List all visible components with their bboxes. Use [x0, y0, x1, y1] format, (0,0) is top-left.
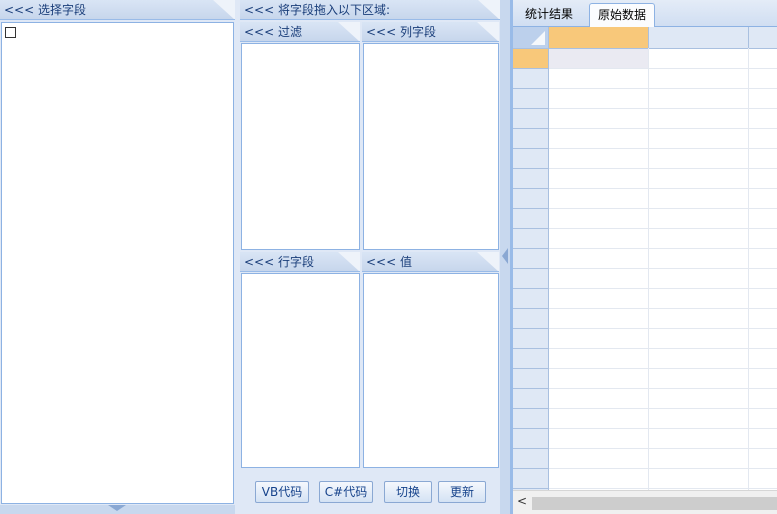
- vertical-splitter[interactable]: [500, 0, 510, 514]
- rows-title: <<< 行字段: [244, 255, 314, 269]
- columns-drop-zone[interactable]: [363, 43, 499, 250]
- data-grid[interactable]: <: [513, 27, 777, 514]
- scrollbar-thumb[interactable]: [532, 497, 777, 510]
- columns-header: <<< 列字段: [362, 22, 499, 42]
- toggle-button[interactable]: 切换: [384, 481, 432, 503]
- values-header: <<< 值: [362, 252, 499, 272]
- grid-canvas: [513, 27, 777, 494]
- drag-area-title: <<< 将字段拖入以下区域:: [244, 3, 391, 17]
- values-drop-zone[interactable]: [363, 273, 499, 468]
- values-title: <<< 值: [366, 255, 412, 269]
- drag-area-header: <<< 将字段拖入以下区域:: [240, 0, 500, 20]
- collapse-down-icon: [108, 505, 126, 511]
- header-notch: [477, 252, 499, 271]
- update-button[interactable]: 更新: [438, 481, 486, 503]
- header-notch: [338, 252, 360, 271]
- field-checkbox[interactable]: [5, 27, 16, 38]
- rows-header: <<< 行字段: [240, 252, 360, 272]
- rows-drop-zone[interactable]: [241, 273, 360, 468]
- header-notch: [477, 22, 499, 41]
- filter-drop-zone[interactable]: [241, 43, 360, 250]
- csharp-code-button[interactable]: C#代码: [319, 481, 373, 503]
- field-list[interactable]: [1, 22, 234, 504]
- left-panel-collapse-handle[interactable]: [0, 505, 235, 514]
- select-fields-header: <<< 选择字段: [0, 0, 235, 20]
- header-notch: [338, 22, 360, 41]
- tab-raw-data[interactable]: 原始数据: [589, 3, 656, 28]
- header-notch: [478, 0, 500, 19]
- scroll-left-arrow[interactable]: <: [517, 494, 527, 508]
- filter-title: <<< 过滤: [244, 25, 302, 39]
- header-notch: [213, 0, 235, 19]
- filter-header: <<< 过滤: [240, 22, 360, 42]
- select-fields-title: <<< 选择字段: [4, 3, 86, 17]
- tab-stats[interactable]: 统计结果: [517, 3, 581, 27]
- horizontal-scrollbar[interactable]: <: [513, 490, 777, 514]
- collapse-left-icon[interactable]: [502, 248, 508, 264]
- vb-code-button[interactable]: VB代码: [255, 481, 309, 503]
- columns-title: <<< 列字段: [366, 25, 436, 39]
